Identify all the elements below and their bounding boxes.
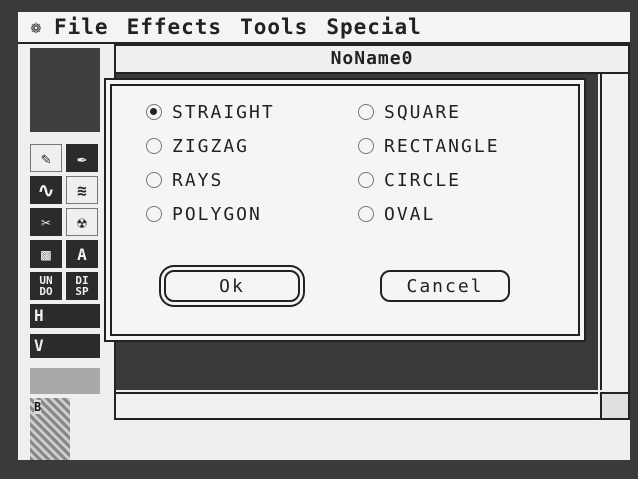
option-label: OVAL: [384, 203, 436, 225]
eraser-tool-icon[interactable]: ▩: [30, 240, 62, 268]
option-rectangle[interactable]: RECTANGLE: [358, 134, 500, 158]
color-swatch[interactable]: [30, 48, 100, 132]
option-label: CIRCLE: [384, 169, 462, 191]
shape-dialog: STRAIGHT ZIGZAG RAYS POLYGON SQUARE RECT…: [110, 84, 580, 336]
vertical-scrollbar[interactable]: [600, 74, 628, 390]
option-polygon[interactable]: POLYGON: [146, 202, 262, 226]
undo-button[interactable]: UN DO: [30, 272, 62, 300]
horizontal-scrollbar[interactable]: [116, 392, 598, 418]
radio-icon[interactable]: [146, 172, 162, 188]
menu-file[interactable]: File: [54, 15, 109, 39]
option-oval[interactable]: OVAL: [358, 202, 435, 226]
desktop-screen: ❁ File Effects Tools Special ✎ ✒ ∿ ≋ ✂ ☢…: [18, 12, 630, 460]
brush-tool-icon[interactable]: ✒: [66, 144, 98, 172]
scissors-tool-icon[interactable]: ✂: [30, 208, 62, 236]
gray-swatch[interactable]: [30, 368, 100, 394]
option-label: RECTANGLE: [384, 135, 500, 157]
size-box[interactable]: [600, 392, 628, 418]
document-title[interactable]: NoName0: [116, 46, 628, 74]
curve-tool-icon[interactable]: ∿: [30, 176, 62, 204]
option-label: POLYGON: [172, 203, 262, 225]
menu-bar: ❁ File Effects Tools Special: [18, 12, 630, 44]
pencil-tool-icon[interactable]: ✎: [30, 144, 62, 172]
option-straight[interactable]: STRAIGHT: [146, 100, 275, 124]
horizontal-flip-button[interactable]: H: [30, 304, 100, 328]
option-zigzag[interactable]: ZIGZAG: [146, 134, 249, 158]
vertical-flip-button[interactable]: V: [30, 334, 100, 358]
cancel-button[interactable]: Cancel: [380, 270, 510, 302]
disp-label-bottom: SP: [75, 285, 89, 298]
option-rays[interactable]: RAYS: [146, 168, 223, 192]
radio-icon[interactable]: [358, 172, 374, 188]
ok-button[interactable]: Ok: [164, 270, 300, 302]
option-label: SQUARE: [384, 101, 462, 123]
radio-selected-icon[interactable]: [146, 104, 162, 120]
spray-tool-icon[interactable]: ≋: [66, 176, 98, 204]
pattern-label: B: [34, 400, 42, 414]
option-circle[interactable]: CIRCLE: [358, 168, 461, 192]
display-button[interactable]: DI SP: [66, 272, 98, 300]
menu-tools[interactable]: Tools: [240, 15, 308, 39]
option-label: RAYS: [172, 169, 224, 191]
radio-icon[interactable]: [358, 138, 374, 154]
option-square[interactable]: SQUARE: [358, 100, 461, 124]
menu-effects[interactable]: Effects: [127, 15, 223, 39]
pattern-swatch[interactable]: B: [30, 398, 70, 460]
apple-icon[interactable]: ❁: [18, 17, 54, 38]
option-label: STRAIGHT: [172, 101, 275, 123]
text-tool-icon[interactable]: A: [66, 240, 98, 268]
radio-icon[interactable]: [358, 104, 374, 120]
radio-icon[interactable]: [146, 138, 162, 154]
toolbox: ✎ ✒ ∿ ≋ ✂ ☢ ▩ A UN DO DI SP H V B: [30, 48, 102, 460]
radio-icon[interactable]: [146, 206, 162, 222]
radio-icon[interactable]: [358, 206, 374, 222]
menu-special[interactable]: Special: [326, 15, 422, 39]
undo-label-bottom: DO: [39, 285, 53, 298]
option-label: ZIGZAG: [172, 135, 250, 157]
fill-bucket-icon[interactable]: ☢: [66, 208, 98, 236]
